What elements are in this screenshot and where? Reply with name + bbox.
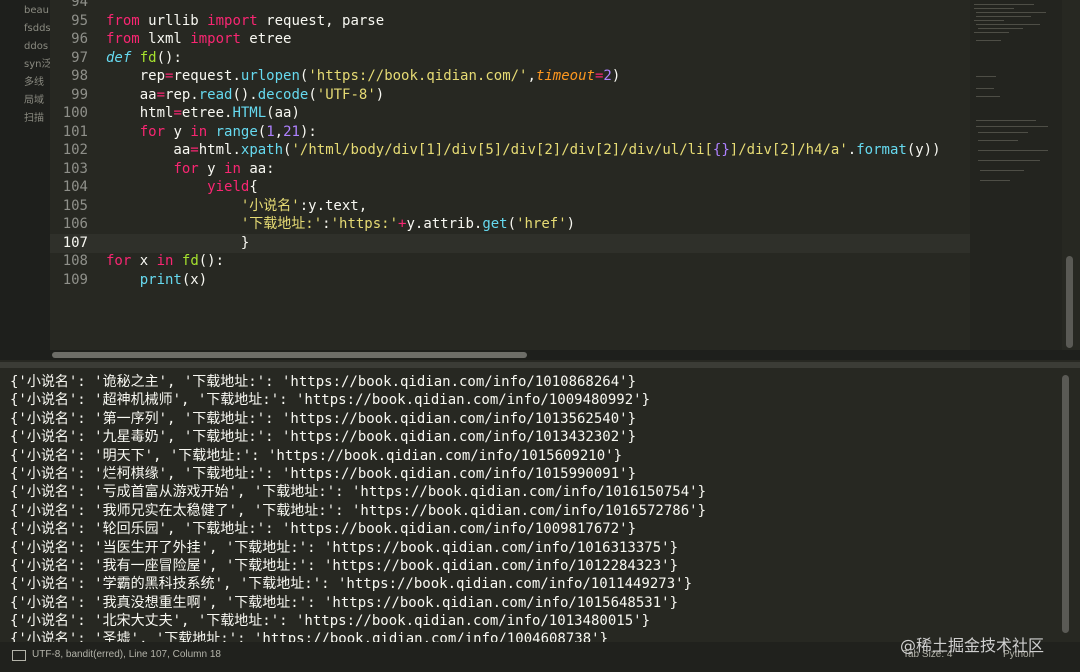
output-line: {'小说名': '北宋大丈夫', '下载地址:': 'https://book.… [10, 613, 651, 630]
line-number: 100 [62, 105, 88, 121]
minimap[interactable] [970, 0, 1062, 350]
line-number: 99 [71, 86, 88, 103]
panel-toggle-icon[interactable] [12, 650, 26, 661]
code-editor[interactable]: 94 95 96 97 98 99 100 101 102 103 104 10… [50, 0, 970, 350]
code-line: for x in fd(): [106, 253, 225, 269]
code-line: aa=html.xpath('/html/body/div[1]/div[5]/… [106, 142, 941, 158]
output-line: {'小说名': '亏成首富从游戏开始', '下载地址:': 'https://b… [10, 484, 707, 501]
line-number: 109 [62, 271, 88, 288]
output-line: {'小说名': '轮回乐园', '下载地址:': 'https://book.q… [10, 521, 637, 538]
line-number: 98 [71, 68, 88, 84]
sidebar-item[interactable]: 局域 [0, 92, 50, 110]
code-line: '小说名':y.text, [240, 197, 368, 214]
line-number: 101 [62, 123, 88, 140]
code-lines: from urllib import request, parse from l… [106, 0, 970, 289]
code-line: } [106, 234, 250, 251]
line-number: 96 [71, 31, 88, 47]
output-line: {'小说名': '烂柯棋缘', '下载地址:': 'https://book.q… [10, 465, 637, 482]
line-number: 105 [62, 197, 88, 214]
code-line: html=etree.HTML(aa) [106, 105, 300, 121]
output-line: {'小说名': '明天下', '下载地址:': 'https://book.qi… [10, 447, 623, 464]
line-number: 102 [62, 142, 88, 158]
output-line: {'小说名': '学霸的黑科技系统', '下载地址:': 'https://bo… [10, 576, 693, 593]
line-number: 95 [71, 12, 88, 29]
output-line: {'小说名': '我师兄实在太稳健了', '下载地址:': 'https://b… [10, 502, 707, 519]
output-line: {'小说名': '当医生开了外挂', '下载地址:': 'https://boo… [10, 539, 679, 556]
line-number: 94 [71, 0, 88, 10]
code-line: for y in aa: [173, 160, 275, 177]
line-number: 104 [62, 179, 88, 195]
code-line: '下载地址:':'https:'+y.attrib.get('href') [240, 216, 576, 232]
output-line: {'小说名': '第一序列', '下载地址:': 'https://book.q… [10, 410, 637, 427]
sidebar-item[interactable]: 多线 [0, 74, 50, 92]
output-line: {'小说名': '圣墟', '下载地址:': 'https://book.qid… [10, 631, 609, 642]
output-line: {'小说名': '超神机械师', '下载地址:': 'https://book.… [10, 392, 651, 409]
code-line: for y in range(1,21): [139, 123, 317, 140]
status-text: UTF-8, bandit(erred), Line 107, Column 1… [32, 649, 221, 660]
line-number-gutter: 94 95 96 97 98 99 100 101 102 103 104 10… [50, 0, 88, 289]
code-line: aa=rep.read().decode('UTF-8') [106, 86, 385, 103]
line-number: 97 [71, 49, 88, 66]
line-number: 108 [62, 253, 88, 269]
file-sidebar: beau fsdds ddos syn泛 多线 局域 扫描 [0, 0, 50, 350]
code-line: rep=request.urlopen('https://book.qidian… [106, 68, 621, 84]
code-line: from urllib import request, parse [106, 12, 385, 29]
editor-vertical-scrollbar[interactable] [1066, 256, 1073, 348]
code-line: from lxml import etree [106, 31, 292, 47]
sidebar-item[interactable]: beau [0, 2, 50, 20]
watermark: @稀土掘金技术社区 [900, 636, 1045, 655]
output-vertical-scrollbar[interactable] [1062, 375, 1069, 633]
build-output-panel[interactable]: {'小说名': '诡秘之主', '下载地址:': 'https://book.q… [0, 368, 1080, 642]
output-line: {'小说名': '九星毒奶', '下载地址:': 'https://book.q… [10, 429, 637, 446]
editor-horizontal-scrollbar[interactable] [52, 352, 527, 358]
output-line: {'小说名': '我有一座冒险屋', '下载地址:': 'https://boo… [10, 557, 679, 574]
sidebar-item[interactable]: syn泛 [0, 56, 50, 74]
sidebar-item[interactable]: 扫描 [0, 110, 50, 128]
line-number: 106 [62, 216, 88, 232]
output-lines: {'小说名': '诡秘之主', '下载地址:': 'https://book.q… [10, 373, 706, 642]
output-line: {'小说名': '我真没想重生啊', '下载地址:': 'https://boo… [10, 594, 679, 611]
output-line: {'小说名': '诡秘之主', '下载地址:': 'https://book.q… [10, 374, 637, 390]
code-line: yield{ [207, 179, 258, 195]
sidebar-item[interactable]: ddos [0, 38, 50, 56]
line-number-active: 107 [62, 234, 88, 251]
line-number: 103 [62, 160, 88, 177]
code-line: def fd(): [106, 49, 182, 66]
code-line: print(x) [139, 271, 208, 288]
sidebar-item[interactable]: fsdds [0, 20, 50, 38]
